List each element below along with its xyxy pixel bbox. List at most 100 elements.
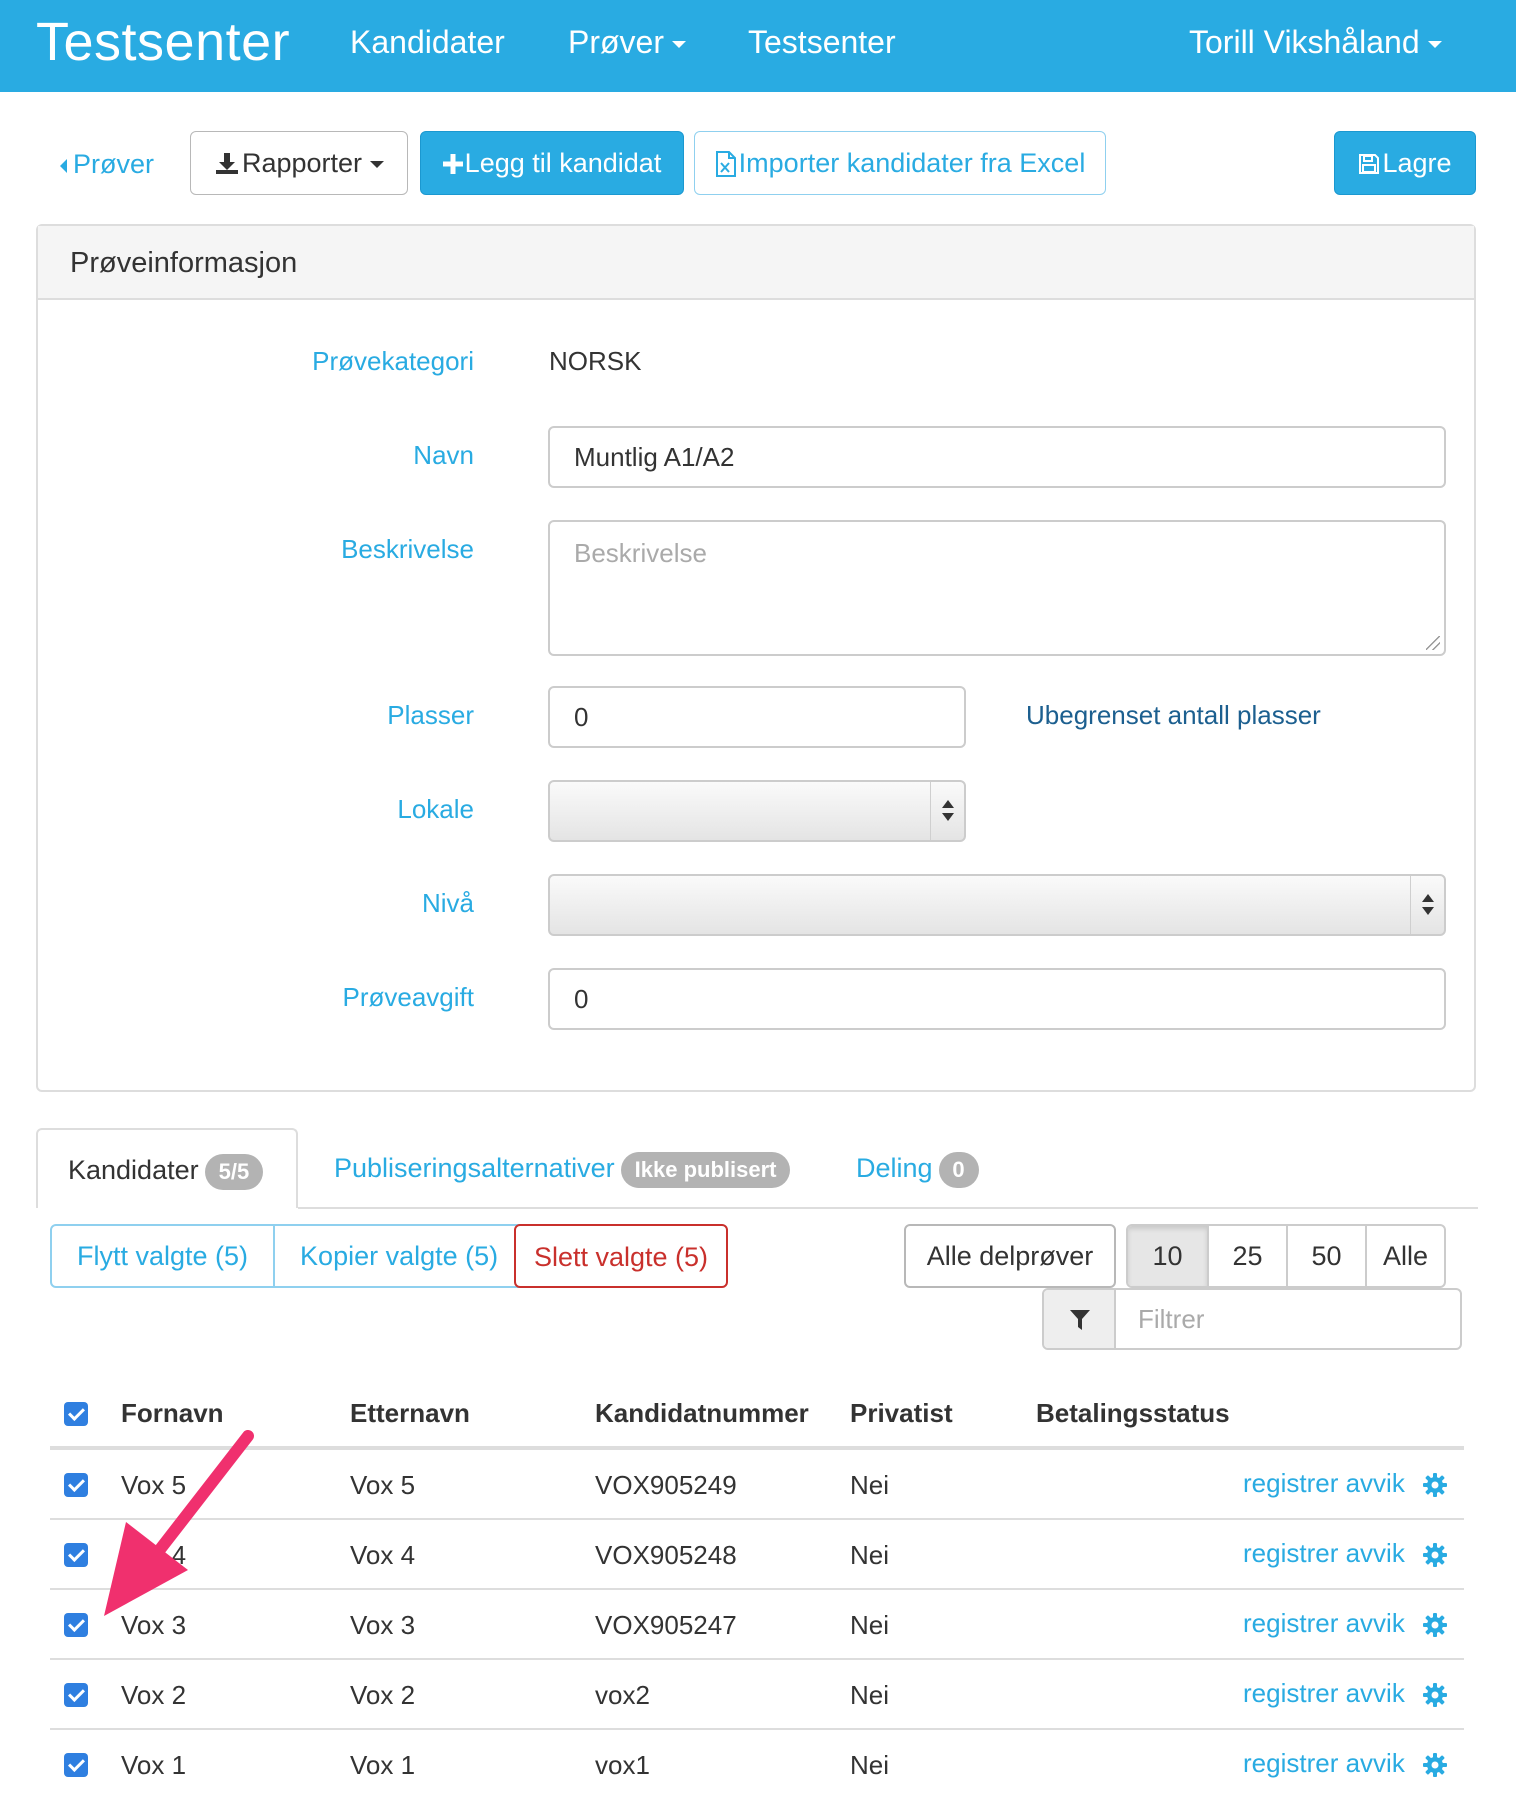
category-value: NORSK — [549, 346, 642, 376]
row-checkbox[interactable] — [64, 1753, 88, 1777]
row-checkbox[interactable] — [64, 1683, 88, 1707]
row-checkbox[interactable] — [64, 1473, 88, 1497]
table-row: Vox 3 Vox 3 VOX905247 Nei registrer avvi… — [50, 1590, 1464, 1660]
row-checkbox[interactable] — [64, 1543, 88, 1567]
resize-handle-icon[interactable] — [1426, 636, 1440, 650]
unlimited-seats-link[interactable]: Ubegrenset antall plasser — [1026, 700, 1321, 731]
cell-private: Nei — [850, 1540, 890, 1570]
select-arrows-icon — [930, 782, 964, 840]
page-size-50[interactable]: 50 — [1286, 1226, 1365, 1286]
back-link[interactable]: Prøver — [60, 144, 154, 184]
description-textarea[interactable]: Beskrivelse — [548, 520, 1446, 656]
chevron-down-icon — [1427, 41, 1442, 49]
page-size-all[interactable]: Alle — [1365, 1226, 1444, 1286]
chevron-left-icon — [60, 158, 67, 173]
register-deviation-link[interactable]: registrer avvik — [1243, 1468, 1405, 1499]
move-selected-button[interactable]: Flytt valgte (5) — [52, 1226, 273, 1286]
gear-icon[interactable] — [1422, 1612, 1448, 1638]
register-deviation-link[interactable]: registrer avvik — [1243, 1748, 1405, 1779]
panel-title: Prøveinformasjon — [38, 226, 1474, 300]
brand-logo[interactable]: Testsenter — [36, 12, 290, 72]
level-label: Nivå — [421, 888, 474, 918]
table-header: Fornavn Etternavn Kandidatnummer Privati… — [50, 1380, 1464, 1450]
import-excel-label: Importer kandidater fra Excel — [738, 148, 1086, 178]
column-header[interactable]: Privatist — [850, 1398, 953, 1429]
cell-candidate-number: vox2 — [595, 1680, 650, 1710]
name-input[interactable]: Muntlig A1/A2 — [548, 426, 1446, 488]
cell-candidate-number: vox1 — [595, 1750, 650, 1780]
table-row: Vox 5 Vox 5 VOX905249 Nei registrer avvi… — [50, 1450, 1464, 1520]
cell-first-name: Vox 1 — [121, 1750, 187, 1780]
filter-button[interactable] — [1044, 1290, 1116, 1348]
column-header[interactable]: Kandidatnummer — [595, 1398, 809, 1429]
description-label: Beskrivelse — [341, 534, 474, 564]
save-label: Lagre — [1382, 148, 1452, 178]
chevron-down-icon — [672, 41, 686, 49]
tab-kandidater-label: Kandidater — [68, 1155, 199, 1185]
test-info-panel: Prøveinformasjon Prøvekategori NORSK Nav… — [36, 224, 1476, 1092]
floppy-disk-icon — [1359, 154, 1380, 174]
seats-input[interactable]: 0 — [548, 686, 966, 748]
cell-first-name: Vox 2 — [121, 1680, 187, 1710]
back-link-label: Prøver — [73, 149, 154, 179]
column-header[interactable]: Fornavn — [121, 1398, 224, 1429]
filter-group: Filtrer — [1042, 1288, 1462, 1350]
select-arrows-icon — [1410, 876, 1444, 934]
tab-publishing[interactable]: Publiseringsalternativer Ikke publisert — [334, 1128, 791, 1208]
tab-kandidater[interactable]: Kandidater 5/5 — [36, 1128, 298, 1208]
tab-sharing[interactable]: Deling 0 — [856, 1128, 979, 1208]
candidates-table: Fornavn Etternavn Kandidatnummer Privati… — [50, 1380, 1464, 1800]
table-row: Vox 4 Vox 4 VOX905248 Nei registrer avvi… — [50, 1520, 1464, 1590]
reports-dropdown-button[interactable]: Rapporter — [190, 131, 408, 195]
delete-selected-button[interactable]: Slett valgte (5) — [514, 1224, 728, 1288]
level-select[interactable] — [548, 874, 1446, 936]
add-candidate-label: Legg til kandidat — [464, 148, 662, 178]
tab-publishing-label: Publiseringsalternativer — [334, 1153, 615, 1183]
download-icon — [215, 153, 238, 174]
gear-icon[interactable] — [1422, 1472, 1448, 1498]
cell-last-name: Vox 2 — [350, 1680, 416, 1710]
top-navbar: Testsenter Kandidater Prøver Testsenter … — [0, 0, 1516, 92]
cell-private: Nei — [850, 1750, 890, 1780]
row-checkbox[interactable] — [64, 1613, 88, 1637]
cell-candidate-number: VOX905249 — [595, 1470, 737, 1500]
copy-selected-button[interactable]: Kopier valgte (5) — [273, 1226, 523, 1286]
cell-last-name: Vox 5 — [350, 1470, 416, 1500]
nav-item-prover-label: Prøver — [568, 24, 664, 60]
select-all-checkbox[interactable] — [64, 1402, 88, 1426]
cell-private: Nei — [850, 1470, 890, 1500]
nav-item-testsenter[interactable]: Testsenter — [748, 22, 896, 62]
register-deviation-link[interactable]: registrer avvik — [1243, 1678, 1405, 1709]
filter-input[interactable]: Filtrer — [1116, 1290, 1460, 1348]
cell-last-name: Vox 3 — [350, 1610, 416, 1640]
excel-file-icon — [715, 151, 736, 177]
all-subtests-button[interactable]: Alle delprøver — [904, 1224, 1116, 1288]
publish-status-badge: Ikke publisert — [620, 1151, 791, 1188]
page-size-25[interactable]: 25 — [1207, 1226, 1286, 1286]
cell-last-name: Vox 4 — [350, 1540, 416, 1570]
nav-item-kandidater[interactable]: Kandidater — [350, 22, 505, 62]
column-header[interactable]: Betalingsstatus — [1036, 1398, 1230, 1429]
fee-input[interactable]: 0 — [548, 968, 1446, 1030]
register-deviation-link[interactable]: registrer avvik — [1243, 1538, 1405, 1569]
seats-label: Plasser — [387, 700, 474, 730]
page-size-10[interactable]: 10 — [1128, 1226, 1207, 1286]
user-menu[interactable]: Torill Vikshåland — [1189, 22, 1442, 62]
nav-item-prover[interactable]: Prøver — [568, 22, 686, 62]
register-deviation-link[interactable]: registrer avvik — [1243, 1608, 1405, 1639]
fee-label: Prøveavgift — [342, 982, 475, 1012]
add-candidate-button[interactable]: Legg til kandidat — [420, 131, 684, 195]
save-button[interactable]: Lagre — [1334, 131, 1476, 195]
import-excel-button[interactable]: Importer kandidater fra Excel — [694, 131, 1106, 195]
description-placeholder: Beskrivelse — [574, 538, 707, 568]
column-header[interactable]: Etternavn — [350, 1398, 470, 1429]
gear-icon[interactable] — [1422, 1752, 1448, 1778]
gear-icon[interactable] — [1422, 1682, 1448, 1708]
filter-icon — [1070, 1310, 1090, 1330]
sharing-count-badge: 0 — [938, 1151, 979, 1188]
cell-candidate-number: VOX905247 — [595, 1610, 737, 1640]
location-label: Lokale — [397, 794, 474, 824]
gear-icon[interactable] — [1422, 1542, 1448, 1568]
location-select[interactable] — [548, 780, 966, 842]
chevron-down-icon — [370, 161, 385, 169]
